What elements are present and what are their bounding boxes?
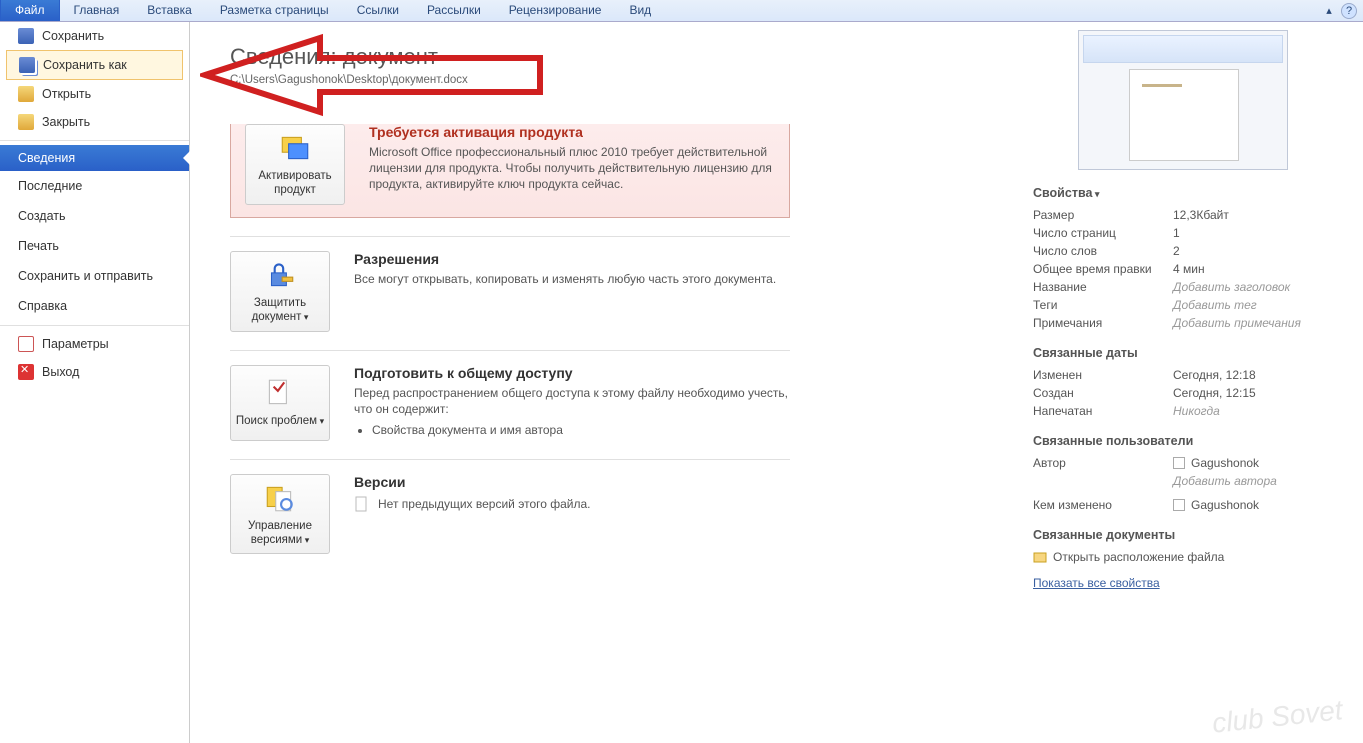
check-issues-button[interactable]: Поиск проблем	[230, 365, 330, 441]
tab-page-layout[interactable]: Разметка страницы	[206, 0, 343, 21]
property-row: Общее время правки4 мин	[1033, 260, 1333, 278]
versions-title: Версии	[354, 474, 790, 490]
open-icon	[18, 86, 34, 102]
right-panel: Свойства Размер12,3КбайтЧисло страниц1Чи…	[1033, 30, 1333, 590]
minimize-ribbon-icon[interactable]: ▴	[1321, 3, 1337, 19]
tab-home[interactable]: Главная	[60, 0, 134, 21]
property-row: Размер12,3Кбайт	[1033, 206, 1333, 224]
dates-heading: Связанные даты	[1033, 346, 1333, 360]
save-icon	[18, 28, 34, 44]
options-icon	[18, 336, 34, 352]
open-location[interactable]: Открыть расположение файла	[1033, 548, 1333, 566]
sidebar-open[interactable]: Открыть	[0, 80, 189, 108]
property-row: Число слов2	[1033, 242, 1333, 260]
tab-review[interactable]: Рецензирование	[495, 0, 616, 21]
tab-file[interactable]: Файл	[0, 0, 60, 21]
protect-document-button[interactable]: Защитить документ	[230, 251, 330, 332]
prepare-text: Перед распространением общего доступа к …	[354, 385, 790, 417]
help-icon[interactable]: ?	[1341, 3, 1357, 19]
activation-text: Microsoft Office профессиональный плюс 2…	[369, 144, 775, 193]
date-row: НапечатанНикогда	[1033, 402, 1333, 420]
sidebar-help[interactable]: Справка	[0, 291, 189, 321]
prepare-title: Подготовить к общему доступу	[354, 365, 790, 381]
users-heading: Связанные пользователи	[1033, 434, 1333, 448]
lock-key-icon	[263, 258, 297, 292]
activate-icon	[278, 131, 312, 165]
docs-heading: Связанные документы	[1033, 528, 1333, 542]
sidebar-print[interactable]: Печать	[0, 231, 189, 261]
versions-icon	[263, 481, 297, 515]
close-icon	[18, 114, 34, 130]
save-as-icon	[19, 57, 35, 73]
properties-heading[interactable]: Свойства	[1033, 186, 1333, 200]
tab-view[interactable]: Вид	[615, 0, 665, 21]
permissions-text: Все могут открывать, копировать и изменя…	[354, 271, 790, 287]
inspect-icon	[263, 376, 297, 410]
tab-insert[interactable]: Вставка	[133, 0, 206, 21]
date-row: ИзмененСегодня, 12:18	[1033, 366, 1333, 384]
sidebar-options[interactable]: Параметры	[0, 330, 189, 358]
annotation-arrow	[200, 30, 560, 130]
property-row[interactable]: ТегиДобавить тег	[1033, 296, 1333, 314]
sidebar-save-as[interactable]: Сохранить как	[6, 50, 183, 80]
exit-icon	[18, 364, 34, 380]
ribbon: Файл Главная Вставка Разметка страницы С…	[0, 0, 1363, 22]
document-icon	[354, 496, 370, 512]
manage-versions-button[interactable]: Управление версиями	[230, 474, 330, 555]
add-author-row[interactable]: Добавить автора	[1033, 472, 1333, 490]
tab-references[interactable]: Ссылки	[343, 0, 413, 21]
sidebar-close[interactable]: Закрыть	[0, 108, 189, 136]
sidebar-recent[interactable]: Последние	[0, 171, 189, 201]
backstage-sidebar: Сохранить Сохранить как Открыть Закрыть …	[0, 22, 190, 743]
author-row: АвторGagushonok	[1033, 454, 1333, 472]
changed-by-row: Кем измененоGagushonok	[1033, 496, 1333, 514]
activate-product-button[interactable]: Активировать продукт	[245, 124, 345, 205]
sidebar-save-send[interactable]: Сохранить и отправить	[0, 261, 189, 291]
sidebar-info[interactable]: Сведения	[0, 145, 189, 171]
sidebar-new[interactable]: Создать	[0, 201, 189, 231]
property-row[interactable]: ПримечанияДобавить примечания	[1033, 314, 1333, 332]
sidebar-save[interactable]: Сохранить	[0, 22, 189, 50]
property-row: Число страниц1	[1033, 224, 1333, 242]
show-all-properties[interactable]: Показать все свойства	[1033, 576, 1160, 590]
tab-mailings[interactable]: Рассылки	[413, 0, 495, 21]
date-row: СозданСегодня, 12:15	[1033, 384, 1333, 402]
sidebar-exit[interactable]: Выход	[0, 358, 189, 386]
document-preview[interactable]	[1078, 30, 1288, 170]
versions-text: Нет предыдущих версий этого файла.	[378, 497, 591, 511]
permissions-title: Разрешения	[354, 251, 790, 267]
property-row[interactable]: НазваниеДобавить заголовок	[1033, 278, 1333, 296]
prepare-item: Свойства документа и имя автора	[372, 423, 790, 437]
folder-icon	[1033, 550, 1047, 564]
